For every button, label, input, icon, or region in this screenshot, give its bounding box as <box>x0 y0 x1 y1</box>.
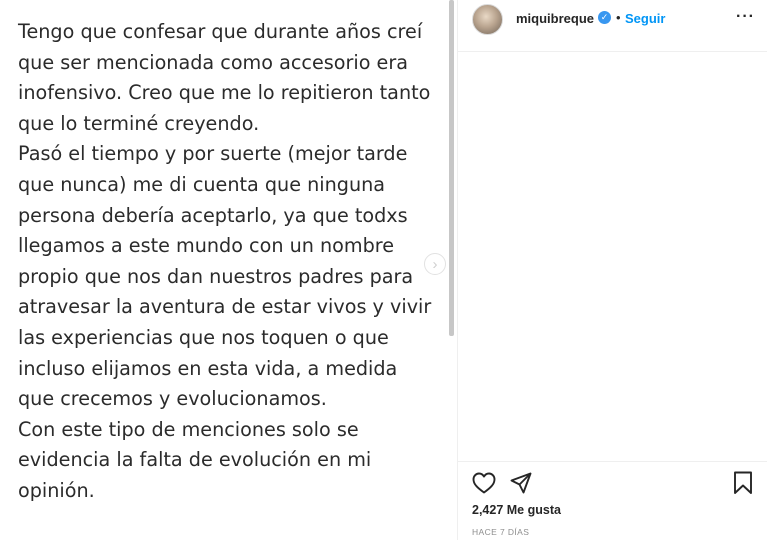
bookmark-icon[interactable] <box>733 471 753 495</box>
post-text-line: Pasó el tiempo y por suerte (mejor tarde <box>18 142 408 166</box>
post-text-line: llegamos a este mundo con un nombre <box>18 234 395 258</box>
post-text-line: persona debería aceptarlo, ya que todxs <box>18 203 408 227</box>
post-text-line: que crecemos y evolucionamos. <box>18 387 327 411</box>
heart-icon[interactable] <box>472 472 496 494</box>
post-header: miquibreque ✓ • Seguir ··· <box>458 0 767 52</box>
likes-count[interactable]: 2,427 Me gusta <box>472 503 561 517</box>
verified-badge-icon: ✓ <box>598 11 611 24</box>
post-text-line: que lo terminé creyendo. <box>18 111 260 135</box>
share-icon[interactable] <box>510 472 532 494</box>
post-image: Tengo que confesar que durante años creí… <box>0 0 454 540</box>
post-text-line: opinión. <box>18 478 95 502</box>
post-text-line: que nunca) me di cuenta que ninguna <box>18 172 386 196</box>
more-options-icon[interactable]: ··· <box>736 8 755 26</box>
follow-button[interactable]: Seguir <box>625 11 665 26</box>
post-text-line: que ser mencionada como accesorio era <box>18 50 408 74</box>
actions-divider <box>458 461 767 462</box>
post-text-line: incluso elijamos en esta vida, a medida <box>18 356 398 380</box>
avatar[interactable] <box>472 4 503 35</box>
post-text-line: Con este tipo de menciones solo se <box>18 417 359 441</box>
post-text-line: evidencia la falta de evolución en mi <box>18 448 372 472</box>
post-text-line: atravesar la aventura de estar vivos y v… <box>18 295 432 319</box>
post-timestamp[interactable]: HACE 7 DÍAS <box>472 527 529 537</box>
comments-area <box>458 53 767 460</box>
separator-dot: • <box>616 10 621 25</box>
scrollbar[interactable] <box>449 0 454 336</box>
post-text-line: propio que nos dan nuestros padres para <box>18 264 414 288</box>
username-link[interactable]: miquibreque <box>516 11 594 26</box>
post-text: Tengo que confesar que durante años creí… <box>18 17 448 507</box>
post-text-line: las experiencias que nos toquen o que <box>18 325 389 349</box>
next-slide-button[interactable]: › <box>424 253 446 275</box>
post-text-line: inofensivo. Creo que me lo repitieron ta… <box>18 81 431 105</box>
post-text-line: Tengo que confesar que durante años creí <box>18 20 423 43</box>
post-sidebar: miquibreque ✓ • Seguir ··· 2,427 Me gust… <box>458 0 767 540</box>
chevron-right-icon: › <box>432 255 438 273</box>
